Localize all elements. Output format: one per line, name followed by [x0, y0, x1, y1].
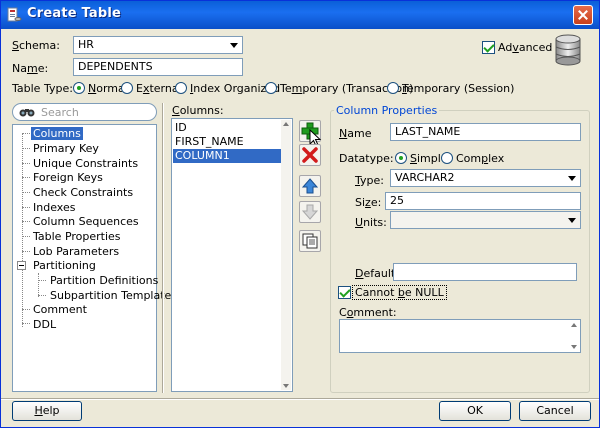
- tree-item-foreign-keys[interactable]: Foreign Keys: [33, 171, 103, 184]
- name-value: DEPENDENTS: [78, 60, 153, 73]
- list-item[interactable]: ID: [173, 121, 281, 135]
- name-input[interactable]: DEPENDENTS: [73, 58, 243, 76]
- column-name-value: LAST_NAME: [395, 125, 461, 138]
- table-type-label: Table Type:: [12, 82, 73, 95]
- advanced-label: Advanced: [498, 41, 553, 54]
- chevron-down-icon: [568, 218, 576, 223]
- scroll-down-icon[interactable]: [283, 384, 289, 388]
- datatype-label: Datatype:: [339, 152, 394, 165]
- chevron-down-icon: [568, 176, 576, 181]
- schema-value: HR: [78, 38, 94, 51]
- help-button[interactable]: Help: [12, 401, 82, 421]
- close-icon[interactable]: [573, 5, 593, 25]
- column-name-input[interactable]: LAST_NAME: [390, 123, 581, 141]
- scroll-down-icon[interactable]: [571, 345, 577, 349]
- column-name-label: Name: [339, 127, 372, 140]
- cannot-be-null-checkbox[interactable]: [338, 286, 351, 299]
- columns-label: Columns:: [172, 104, 224, 117]
- footer-separator: [1, 398, 599, 400]
- list-item[interactable]: FIRST_NAME: [173, 135, 281, 149]
- move-up-button[interactable]: [299, 175, 321, 197]
- scroll-up-icon[interactable]: [571, 323, 577, 327]
- copy-icon: [302, 233, 318, 249]
- tree-item-unique-constraints[interactable]: Unique Constraints: [33, 157, 138, 170]
- schema-combobox[interactable]: HR: [73, 36, 243, 54]
- columns-list: ID FIRST_NAME COLUMN1: [171, 118, 293, 392]
- create-table-dialog: Create Table Schema: HR Name: DEPENDENTS…: [0, 0, 600, 428]
- tree-item-comment[interactable]: Comment: [33, 303, 87, 316]
- tree-item-column-sequences[interactable]: Column Sequences: [33, 215, 139, 228]
- comment-label: Comment:: [339, 306, 397, 319]
- remove-column-button[interactable]: [299, 144, 321, 166]
- size-value: 25: [390, 194, 404, 207]
- tree-item-lob-parameters[interactable]: Lob Parameters: [33, 245, 119, 258]
- type-combobox[interactable]: VARCHAR2: [390, 169, 581, 187]
- default-input[interactable]: [393, 263, 577, 281]
- database-icon: [555, 34, 581, 66]
- column-properties-title: Column Properties: [334, 104, 440, 117]
- complex-label: Complex: [456, 152, 505, 165]
- search-input[interactable]: Search: [12, 103, 157, 121]
- units-label: Units:: [355, 216, 387, 229]
- index-organized-radio[interactable]: [175, 82, 187, 94]
- advanced-checkbox[interactable]: [482, 41, 495, 54]
- delete-icon: [302, 147, 318, 163]
- size-label: Size:: [355, 196, 382, 209]
- schema-label: Schema:: [12, 39, 60, 52]
- scroll-up-icon[interactable]: [283, 122, 289, 126]
- tree-item-subpartition-templates[interactable]: Subpartition Templates: [50, 289, 177, 302]
- move-down-button[interactable]: [299, 201, 321, 223]
- cannot-be-null-label: Cannot be NULL: [352, 285, 447, 300]
- tree-item-ddl[interactable]: DDL: [33, 318, 56, 331]
- normal-radio[interactable]: [73, 82, 85, 94]
- tree-item-columns[interactable]: Columns: [31, 127, 83, 140]
- binoculars-icon: [19, 109, 35, 117]
- columns-scrollbar[interactable]: [281, 120, 291, 390]
- collapse-icon[interactable]: [17, 261, 26, 270]
- comment-textarea[interactable]: [339, 319, 581, 353]
- tree-item-partitioning[interactable]: Partitioning: [33, 259, 96, 272]
- tree-item-check-constraints[interactable]: Check Constraints: [33, 186, 133, 199]
- tree-item-primary-key[interactable]: Primary Key: [33, 142, 99, 155]
- copy-column-button[interactable]: [299, 230, 321, 252]
- type-value: VARCHAR2: [395, 171, 455, 184]
- chevron-down-icon: [230, 43, 238, 48]
- search-placeholder: Search: [41, 106, 79, 119]
- cancel-button[interactable]: Cancel: [519, 401, 591, 421]
- type-label: Type:: [355, 174, 384, 187]
- temporary-session-radio[interactable]: [387, 82, 399, 94]
- oracle-app-icon: [7, 7, 22, 22]
- nav-tree: Columns Primary Key Unique Constraints F…: [12, 124, 177, 392]
- title-bar: Create Table: [1, 1, 599, 29]
- tree-item-table-properties[interactable]: Table Properties: [33, 230, 121, 243]
- simple-radio[interactable]: [395, 152, 407, 164]
- window-title: Create Table: [27, 6, 122, 21]
- complex-radio[interactable]: [441, 152, 453, 164]
- comment-scrollbar[interactable]: [569, 321, 579, 351]
- size-input[interactable]: 25: [385, 192, 581, 210]
- splitter[interactable]: [162, 103, 164, 393]
- list-item[interactable]: COLUMN1: [173, 149, 281, 163]
- external-radio[interactable]: [121, 82, 133, 94]
- tree-item-indexes[interactable]: Indexes: [33, 201, 75, 214]
- arrow-up-icon: [301, 178, 319, 194]
- arrow-down-icon: [301, 204, 319, 220]
- temporary-session-label: Temporary (Session): [402, 82, 515, 95]
- ok-button[interactable]: OK: [439, 401, 511, 421]
- units-combobox[interactable]: [390, 211, 581, 229]
- tree-item-partition-definitions[interactable]: Partition Definitions: [50, 274, 158, 287]
- name-label: Name:: [12, 62, 49, 75]
- temporary-transaction-radio[interactable]: [265, 82, 277, 94]
